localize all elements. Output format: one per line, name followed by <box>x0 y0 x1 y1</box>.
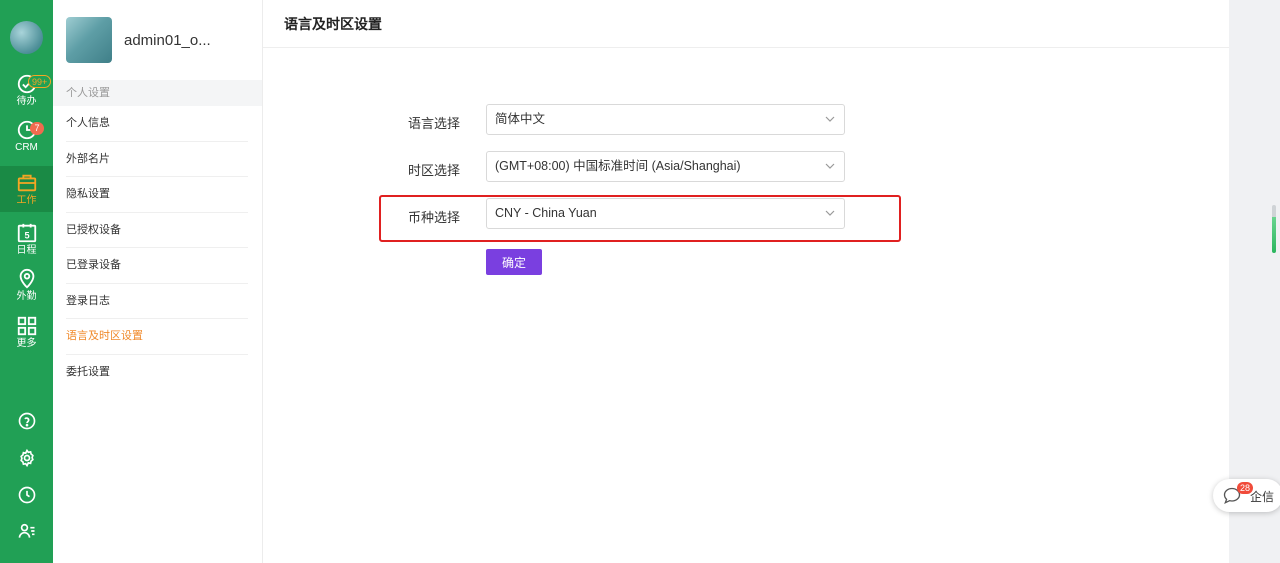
sidebar-item-delegation[interactable]: 委托设置 <box>66 355 248 391</box>
currency-label: 币种选择 <box>408 210 461 225</box>
timezone-label: 时区选择 <box>408 163 461 178</box>
grid-icon <box>17 316 36 335</box>
rail-item-calendar[interactable]: 5 日程 <box>0 216 53 262</box>
confirm-button[interactable]: 确定 <box>486 249 542 275</box>
briefcase-icon <box>17 174 36 191</box>
rail-label-more: 更多 <box>16 337 37 349</box>
rail-avatar[interactable] <box>10 21 43 54</box>
help-icon <box>18 412 35 430</box>
rail-label-todo: 待办 <box>16 95 37 107</box>
chat-label: 企信 <box>1250 490 1275 504</box>
svg-text:5: 5 <box>24 230 29 240</box>
chevron-down-icon <box>825 210 835 216</box>
language-select-value: 简体中文 <box>495 112 546 126</box>
sidebar-section-title: 个人设置 <box>53 80 262 106</box>
chevron-down-icon <box>825 163 835 169</box>
gear-icon <box>19 448 34 468</box>
rail-label-crm: CRM <box>15 141 38 153</box>
location-pin-icon <box>19 268 34 289</box>
sidebar-item-login-log[interactable]: 登录日志 <box>66 284 248 319</box>
rail-label-field: 外勤 <box>16 290 37 302</box>
settings-menu: 个人信息 外部名片 隐私设置 已授权设备 已登录设备 登录日志 语言及时区设置 … <box>66 106 248 390</box>
settings-button[interactable] <box>0 443 53 473</box>
history-button[interactable] <box>0 480 53 510</box>
timezone-select[interactable]: (GMT+08:00) 中国标准时间 (Asia/Shanghai) <box>486 151 845 182</box>
help-button[interactable] <box>0 406 53 436</box>
rail-item-crm[interactable]: CRM <box>0 113 53 159</box>
profile-name[interactable]: admin01_o... <box>124 32 211 49</box>
rail-item-more[interactable]: 更多 <box>0 309 53 355</box>
app-rail: 待办 99+ CRM 7 工作 5 日程 外勤 更多 <box>0 0 53 563</box>
currency-select-value: CNY - China Yuan <box>495 206 597 220</box>
chevron-down-icon <box>825 116 835 122</box>
sidebar-item-external-card[interactable]: 外部名片 <box>66 142 248 177</box>
rail-item-todo[interactable]: 待办 <box>0 67 53 113</box>
todo-badge: 99+ <box>28 75 52 88</box>
rail-label-work: 工作 <box>16 194 37 206</box>
rail-item-field[interactable]: 外勤 <box>0 262 53 308</box>
timezone-select-value: (GMT+08:00) 中国标准时间 (Asia/Shanghai) <box>495 159 741 173</box>
crm-badge: 7 <box>30 122 44 135</box>
settings-sidebar: admin01_o... 个人设置 个人信息 外部名片 隐私设置 已授权设备 已… <box>53 0 263 563</box>
currency-select[interactable]: CNY - China Yuan <box>486 198 845 229</box>
language-label: 语言选择 <box>408 116 461 131</box>
clock-icon <box>18 486 35 504</box>
rail-item-work[interactable]: 工作 <box>0 166 53 212</box>
language-select[interactable]: 简体中文 <box>486 104 845 135</box>
sidebar-item-logged-in-devices[interactable]: 已登录设备 <box>66 248 248 284</box>
sidebar-item-language-timezone[interactable]: 语言及时区设置 <box>66 319 248 355</box>
sidebar-item-personal-info[interactable]: 个人信息 <box>66 106 248 142</box>
contacts-button[interactable] <box>0 516 53 546</box>
rail-label-calendar: 日程 <box>16 244 37 256</box>
sidebar-item-privacy[interactable]: 隐私设置 <box>66 177 248 213</box>
profile-avatar[interactable] <box>66 17 112 63</box>
sidebar-item-authorized-devices[interactable]: 已授权设备 <box>66 213 248 248</box>
calendar-icon: 5 <box>17 223 36 242</box>
scrollbar-thumb[interactable] <box>1272 205 1276 253</box>
main-panel: 语言及时区设置 语言选择 简体中文 时区选择 (GMT+08:00) 中国标准时… <box>263 0 1229 563</box>
page-title: 语言及时区设置 <box>263 0 1229 48</box>
user-list-icon <box>18 523 34 538</box>
chat-float-button[interactable]: 28 企信 <box>1213 479 1280 512</box>
